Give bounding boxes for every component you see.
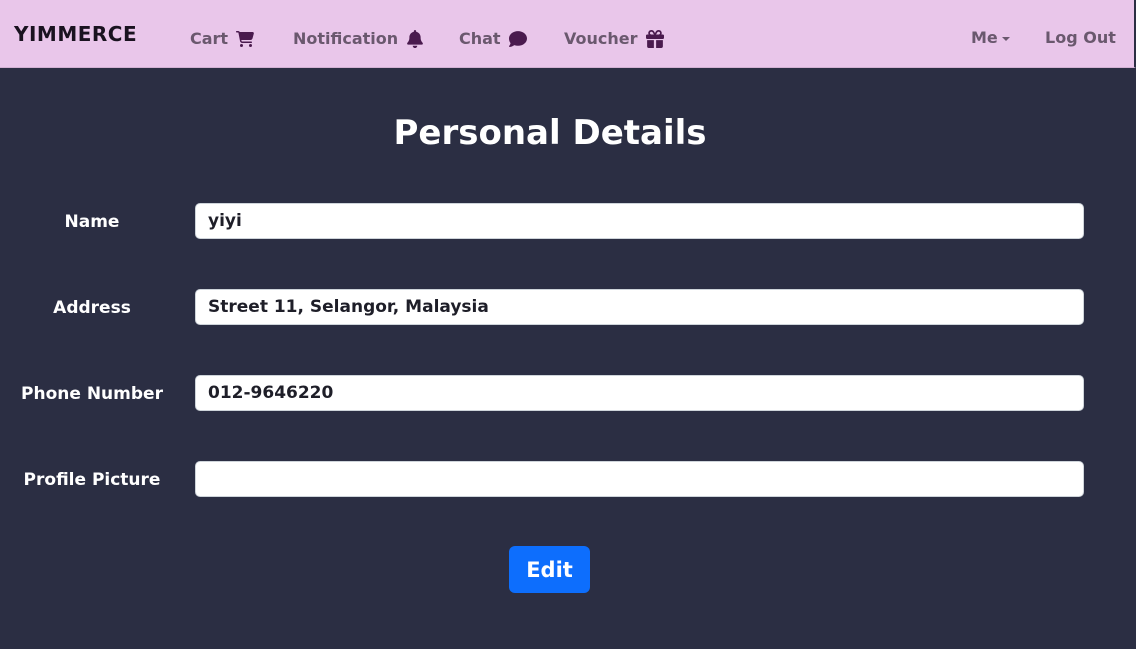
cart-icon [236, 30, 254, 47]
chat-bubble-icon [508, 30, 527, 47]
nav-link-cart[interactable]: Cart [190, 29, 254, 48]
nav-link-label: Voucher [564, 29, 638, 48]
gift-icon [645, 29, 664, 48]
phone-field[interactable] [195, 375, 1084, 411]
nav-link-label: Notification [293, 29, 399, 48]
nav-link-notification[interactable]: Notification [293, 29, 424, 48]
nav-link-chat[interactable]: Chat [459, 29, 527, 48]
name-field[interactable] [195, 203, 1084, 239]
address-field[interactable] [195, 289, 1084, 325]
edit-button[interactable]: Edit [509, 546, 590, 593]
nav-link-voucher[interactable]: Voucher [564, 29, 664, 48]
logout-link[interactable]: Log Out [1045, 28, 1116, 47]
me-dropdown[interactable]: Me [971, 28, 1010, 47]
top-navbar: YIMMERCE Cart Notification Chat Voucher … [0, 0, 1136, 68]
nav-link-label: Cart [190, 29, 229, 48]
brand-logo[interactable]: YIMMERCE [14, 22, 137, 46]
caret-down-icon [1001, 36, 1010, 41]
phone-label: Phone Number [21, 384, 163, 404]
profile-picture-field[interactable] [195, 461, 1084, 497]
profile-picture-label: Profile Picture [23, 470, 161, 490]
page-title: Personal Details [393, 113, 707, 153]
me-label: Me [971, 28, 998, 47]
name-label: Name [64, 212, 120, 232]
bell-icon [407, 29, 424, 48]
address-label: Address [53, 298, 131, 318]
nav-link-label: Chat [459, 29, 501, 48]
